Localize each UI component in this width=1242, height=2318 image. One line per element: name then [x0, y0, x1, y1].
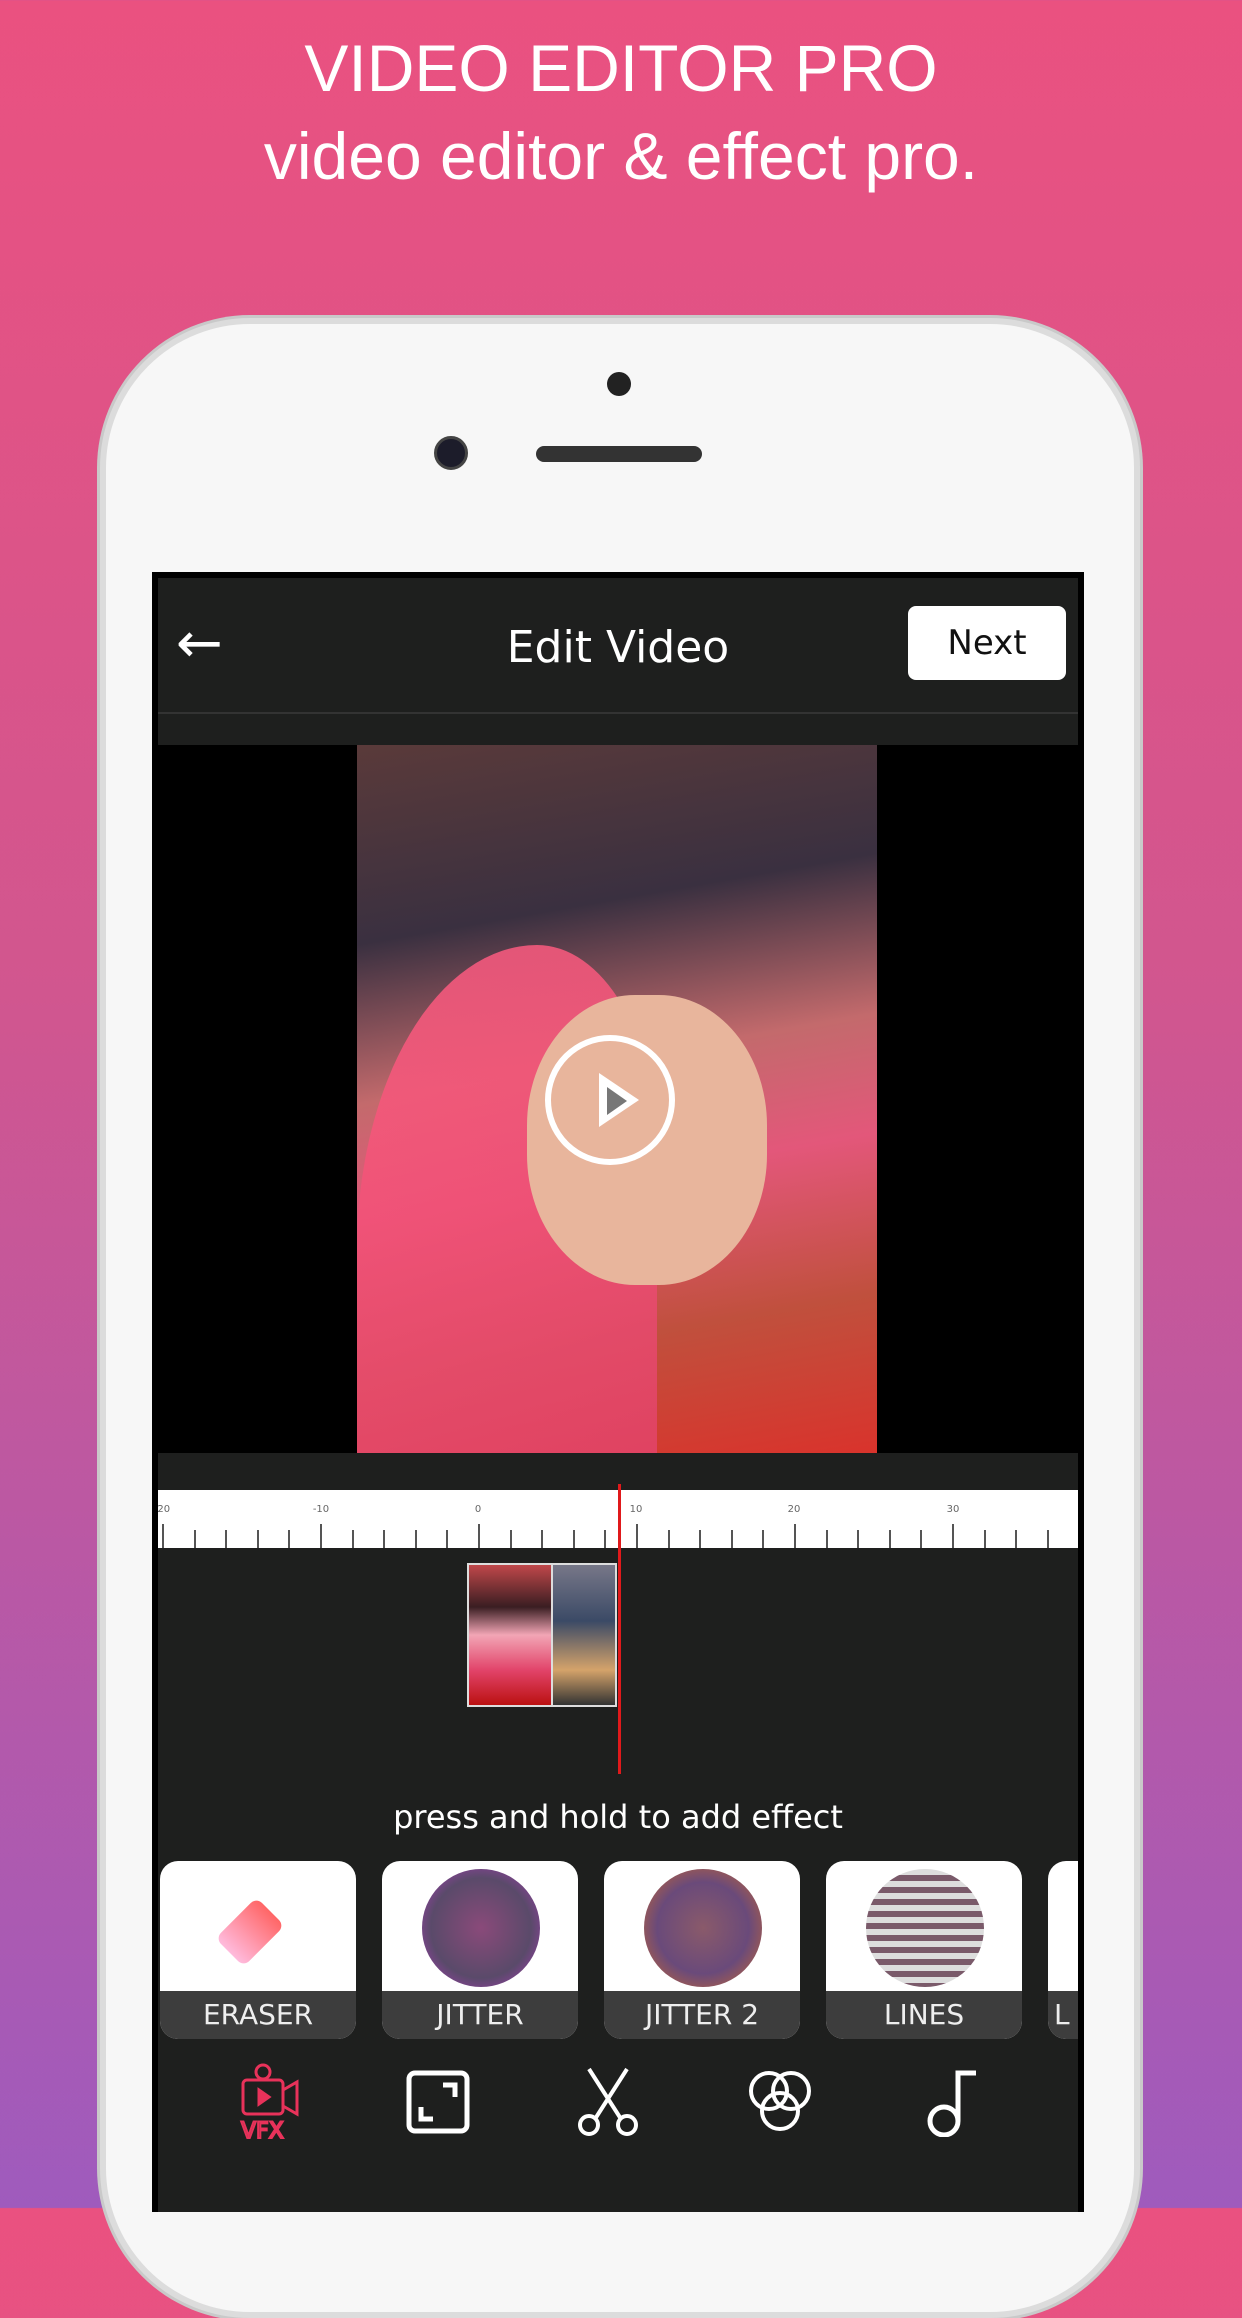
ruler-tick — [193, 1530, 196, 1548]
ruler-tick — [414, 1530, 417, 1548]
effects-list[interactable]: ERASER JITTER JITTER 2 LINES L — [160, 1861, 1078, 2039]
top-bar: ← Edit Video Next — [158, 578, 1078, 714]
effect-thumbnail — [866, 1869, 984, 1987]
promo-title: VIDEO EDITOR PRO — [304, 31, 938, 105]
ruler-tick — [509, 1530, 512, 1548]
effect-thumbnail — [422, 1869, 540, 1987]
effect-jitter-2[interactable]: JITTER 2 — [604, 1861, 800, 2039]
ruler-label: 20 — [787, 1504, 801, 1515]
eraser-icon — [215, 1897, 285, 1967]
effect-lines[interactable]: LINES — [826, 1861, 1022, 2039]
ruler-label: 30 — [946, 1504, 960, 1515]
effect-jitter[interactable]: JITTER — [382, 1861, 578, 2039]
ruler-tick — [1046, 1530, 1049, 1548]
ruler-tick — [730, 1530, 733, 1548]
next-button[interactable]: Next — [908, 606, 1066, 680]
ruler-tick — [952, 1524, 954, 1548]
effect-label: JITTER — [382, 1991, 578, 2039]
ruler-tick — [256, 1530, 259, 1548]
ruler-tick — [762, 1530, 765, 1548]
ruler-tick — [888, 1530, 891, 1548]
video-preview[interactable] — [158, 745, 1078, 1453]
effect-label: JITTER 2 — [604, 1991, 800, 2039]
app-screen: ← Edit Video Next -20 -10 0 10 20 30 pre… — [152, 572, 1084, 2212]
ruler-tick — [478, 1524, 480, 1548]
ruler-tick — [446, 1530, 449, 1548]
ruler-tick — [794, 1524, 796, 1548]
hint-text: press and hold to add effect — [393, 1798, 843, 1836]
clip-thumbnail — [551, 1565, 615, 1705]
play-icon[interactable] — [545, 1035, 675, 1165]
ruler-label: -20 — [153, 1504, 171, 1515]
ruler-label: -10 — [312, 1504, 330, 1515]
ruler-tick — [572, 1530, 575, 1548]
ruler-tick — [667, 1530, 670, 1548]
front-camera — [434, 436, 468, 470]
color-circles-icon[interactable] — [740, 2062, 820, 2142]
ruler-tick — [162, 1524, 164, 1548]
effect-label: L — [1048, 1991, 1078, 2039]
effect-label: LINES — [826, 1991, 1022, 2039]
earpiece — [536, 446, 702, 462]
effect-label: ERASER — [160, 1991, 356, 2039]
ruler-tick — [225, 1530, 228, 1548]
clip-thumbnails[interactable] — [467, 1563, 617, 1707]
svg-text:VFX: VFX — [241, 2119, 284, 2142]
ruler-tick — [857, 1530, 860, 1548]
ruler-tick — [825, 1530, 828, 1548]
playhead[interactable] — [618, 1484, 621, 1774]
ruler-tick — [541, 1530, 544, 1548]
clip-thumbnail — [469, 1565, 552, 1705]
ruler-tick — [320, 1524, 322, 1548]
ruler-tick — [383, 1530, 386, 1548]
effect-partial[interactable]: L — [1048, 1861, 1078, 2039]
effect-eraser[interactable]: ERASER — [160, 1861, 356, 2039]
bottom-toolbar: VFX — [158, 2056, 1078, 2156]
ruler-tick — [1015, 1530, 1018, 1548]
ruler-tick — [1078, 1530, 1080, 1548]
ruler-label: 0 — [474, 1504, 482, 1515]
music-note-icon[interactable] — [910, 2062, 990, 2142]
scissors-icon[interactable] — [568, 2062, 648, 2142]
promo-subtitle: video editor & effect pro. — [263, 119, 979, 193]
sensor — [607, 372, 631, 396]
ruler-tick — [636, 1524, 638, 1548]
ruler-tick — [288, 1530, 291, 1548]
ruler-tick — [983, 1530, 986, 1548]
ruler-tick — [920, 1530, 923, 1548]
ruler-tick — [699, 1530, 702, 1548]
effect-thumbnail — [644, 1869, 762, 1987]
ruler-tick — [604, 1530, 607, 1548]
resize-icon[interactable] — [398, 2062, 478, 2142]
vfx-camera-icon[interactable]: VFX — [230, 2062, 310, 2142]
ruler-label: 10 — [629, 1504, 643, 1515]
ruler-tick — [351, 1530, 354, 1548]
